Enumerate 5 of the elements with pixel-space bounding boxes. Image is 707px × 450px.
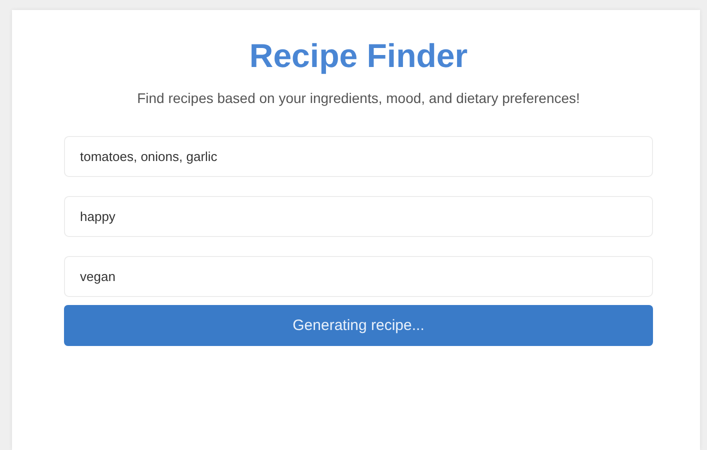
input-field[interactable]: tomatoes, onions, garlic	[64, 136, 653, 177]
input-field[interactable]: happy	[64, 196, 653, 237]
app-description: Find recipes based on your ingredients, mood, and dietary preferences!	[136, 90, 581, 106]
input-field[interactable]: vegan	[64, 256, 653, 297]
app-title: Recipe Finder	[249, 36, 468, 76]
